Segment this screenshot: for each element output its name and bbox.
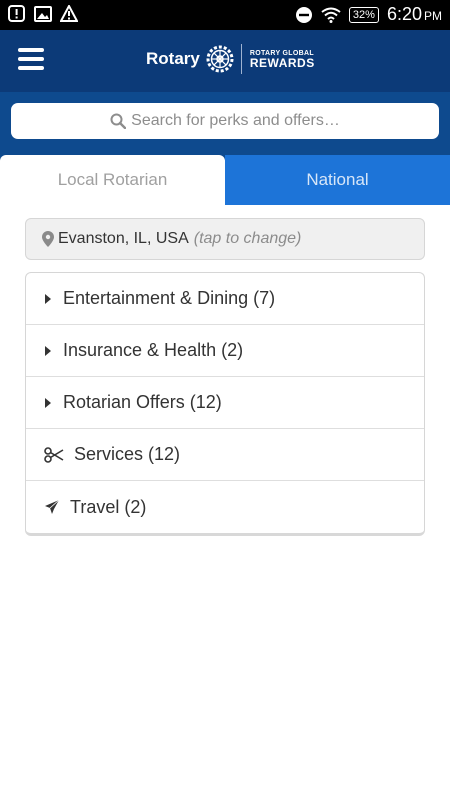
category-travel[interactable]: Travel (2) [26, 481, 424, 533]
status-bar: 32% 6:20 PM [0, 0, 450, 30]
caret-right-icon [45, 293, 51, 304]
battery-indicator: 32% [348, 6, 379, 23]
do-not-disturb-icon [295, 6, 312, 23]
category-label: Insurance & Health (2) [63, 340, 244, 360]
brand-logo: Rotary ROTARY GLOBAL REWARDS [146, 44, 315, 74]
airplane-icon [44, 499, 60, 515]
category-label: Rotarian Offers (12) [63, 392, 222, 412]
tab-national[interactable]: National [225, 155, 450, 205]
location-hint: (tap to change) [193, 230, 302, 247]
category-rotarian-offers[interactable]: Rotarian Offers (12) [26, 377, 424, 429]
menu-button[interactable] [18, 48, 44, 70]
category-label: Services (12) [74, 444, 181, 464]
category-label: Travel (2) [70, 496, 147, 517]
caret-right-icon [45, 345, 51, 356]
search-input[interactable]: Search for perks and offers… [11, 103, 439, 139]
search-icon [110, 113, 127, 129]
image-icon [34, 6, 52, 22]
clock-ampm: PM [424, 9, 442, 23]
menu-bar-line [18, 57, 44, 61]
rotary-wheel-icon [206, 45, 234, 73]
brand-subtitle-block: ROTARY GLOBAL REWARDS [250, 50, 315, 69]
category-services[interactable]: Services (12) [26, 429, 424, 481]
tab-local-rotarian[interactable]: Local Rotarian [0, 155, 225, 205]
caret-right-icon [45, 397, 51, 408]
clock-time: 6:20 [386, 4, 422, 24]
category-entertainment-dining[interactable]: Entertainment & Dining (7) [26, 273, 424, 325]
location-selector[interactable]: Evanston, IL, USA (tap to change) [25, 218, 425, 260]
brand-name: Rotary [146, 49, 200, 68]
category-insurance-health[interactable]: Insurance & Health (2) [26, 325, 424, 377]
notification-alert-icon [8, 5, 25, 22]
brand-divider [240, 44, 242, 74]
location-city: Evanston, IL, USA [58, 230, 189, 247]
menu-bar-line [18, 66, 44, 70]
brand-title: REWARDS [249, 55, 315, 70]
scissors-icon [44, 446, 64, 463]
app-header: Rotary ROTARY GLOBAL REWARDS [0, 30, 450, 92]
search-placeholder: Search for perks and offers… [131, 112, 340, 129]
clock: 6:20 PM [387, 4, 442, 25]
tab-bar: Local Rotarian National [0, 155, 450, 205]
category-label: Entertainment & Dining (7) [63, 288, 276, 308]
search-bar-container: Search for perks and offers… [0, 92, 450, 155]
wifi-icon [321, 7, 341, 23]
warning-icon [60, 5, 78, 22]
map-pin-icon [42, 231, 54, 247]
menu-bar-line [18, 48, 44, 52]
category-list: Entertainment & Dining (7) Insurance & H… [25, 272, 425, 536]
